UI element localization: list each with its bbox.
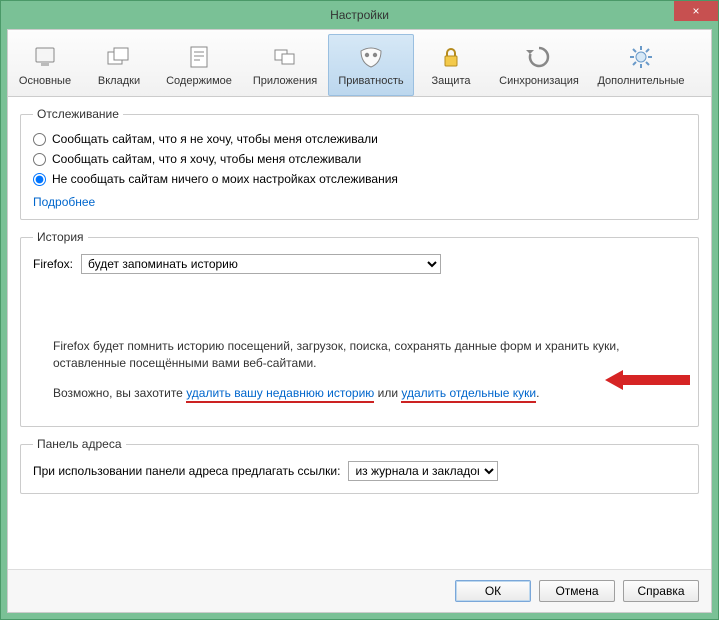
settings-window: Настройки × Основные Вкладки	[0, 0, 719, 620]
close-icon: ×	[692, 4, 699, 18]
addressbar-select[interactable]: из журнала и закладок	[348, 461, 498, 481]
gear-icon	[627, 43, 655, 71]
history-group: История Firefox: будет запоминать истори…	[20, 230, 699, 427]
tab-label: Синхронизация	[499, 75, 579, 87]
tab-label: Приватность	[338, 75, 403, 87]
radio-input[interactable]	[33, 133, 46, 146]
history-action-text: Возможно, вы захотите удалить вашу недав…	[53, 385, 666, 402]
tab-applications[interactable]: Приложения	[242, 34, 328, 96]
windows-icon	[271, 43, 299, 71]
tab-label: Вкладки	[98, 75, 140, 87]
document-icon	[185, 43, 213, 71]
toolbar: Основные Вкладки Содержимое Приложения	[8, 30, 711, 97]
tab-label: Дополнительные	[597, 75, 684, 87]
tracking-legend: Отслеживание	[33, 107, 123, 121]
radio-input[interactable]	[33, 173, 46, 186]
tracking-group: Отслеживание Сообщать сайтам, что я не х…	[20, 107, 699, 220]
clear-history-link[interactable]: удалить вашу недавнюю историю	[186, 386, 374, 403]
tab-tabs[interactable]: Вкладки	[82, 34, 156, 96]
tab-sync[interactable]: Синхронизация	[488, 34, 590, 96]
tracking-option-dnt-on[interactable]: Сообщать сайтам, что я не хочу, чтобы ме…	[33, 129, 686, 149]
tracking-option-none[interactable]: Не сообщать сайтам ничего о моих настрой…	[33, 169, 686, 189]
window-title: Настройки	[330, 8, 389, 22]
lock-icon	[437, 43, 465, 71]
cancel-button[interactable]: Отмена	[539, 580, 615, 602]
radio-label: Не сообщать сайтам ничего о моих настрой…	[52, 172, 398, 186]
radio-label: Сообщать сайтам, что я хочу, чтобы меня …	[52, 152, 361, 166]
tab-content[interactable]: Содержимое	[156, 34, 242, 96]
content: Основные Вкладки Содержимое Приложения	[7, 29, 712, 613]
mask-icon	[357, 43, 385, 71]
tab-general[interactable]: Основные	[8, 34, 82, 96]
clear-cookies-link[interactable]: удалить отдельные куки	[401, 386, 536, 403]
addressbar-label: При использовании панели адреса предлага…	[33, 464, 340, 478]
addressbar-group: Панель адреса При использовании панели а…	[20, 437, 699, 494]
history-brand-label: Firefox:	[33, 257, 73, 271]
monitor-icon	[31, 43, 59, 71]
annotation-arrow	[605, 368, 690, 392]
tab-advanced[interactable]: Дополнительные	[590, 34, 692, 96]
help-button[interactable]: Справка	[623, 580, 699, 602]
tab-label: Защита	[432, 75, 471, 87]
tabs-icon	[105, 43, 133, 71]
history-mode-select[interactable]: будет запоминать историю	[81, 254, 441, 274]
tracking-more-info-link[interactable]: Подробнее	[33, 195, 95, 209]
privacy-pane: Отслеживание Сообщать сайтам, что я не х…	[8, 97, 711, 569]
history-description: Firefox будет помнить историю посещений,…	[53, 338, 666, 373]
close-button[interactable]: ×	[674, 1, 718, 21]
tab-security[interactable]: Защита	[414, 34, 488, 96]
tab-privacy[interactable]: Приватность	[328, 34, 414, 96]
addressbar-legend: Панель адреса	[33, 437, 126, 451]
dialog-buttons: ОК Отмена Справка	[8, 569, 711, 612]
ok-button[interactable]: ОК	[455, 580, 531, 602]
titlebar: Настройки ×	[1, 1, 718, 29]
radio-label: Сообщать сайтам, что я не хочу, чтобы ме…	[52, 132, 378, 146]
tab-label: Основные	[19, 75, 71, 87]
tab-label: Приложения	[253, 75, 317, 87]
tab-label: Содержимое	[166, 75, 232, 87]
radio-input[interactable]	[33, 153, 46, 166]
tracking-option-dnt-off[interactable]: Сообщать сайтам, что я хочу, чтобы меня …	[33, 149, 686, 169]
sync-icon	[525, 43, 553, 71]
history-legend: История	[33, 230, 88, 244]
